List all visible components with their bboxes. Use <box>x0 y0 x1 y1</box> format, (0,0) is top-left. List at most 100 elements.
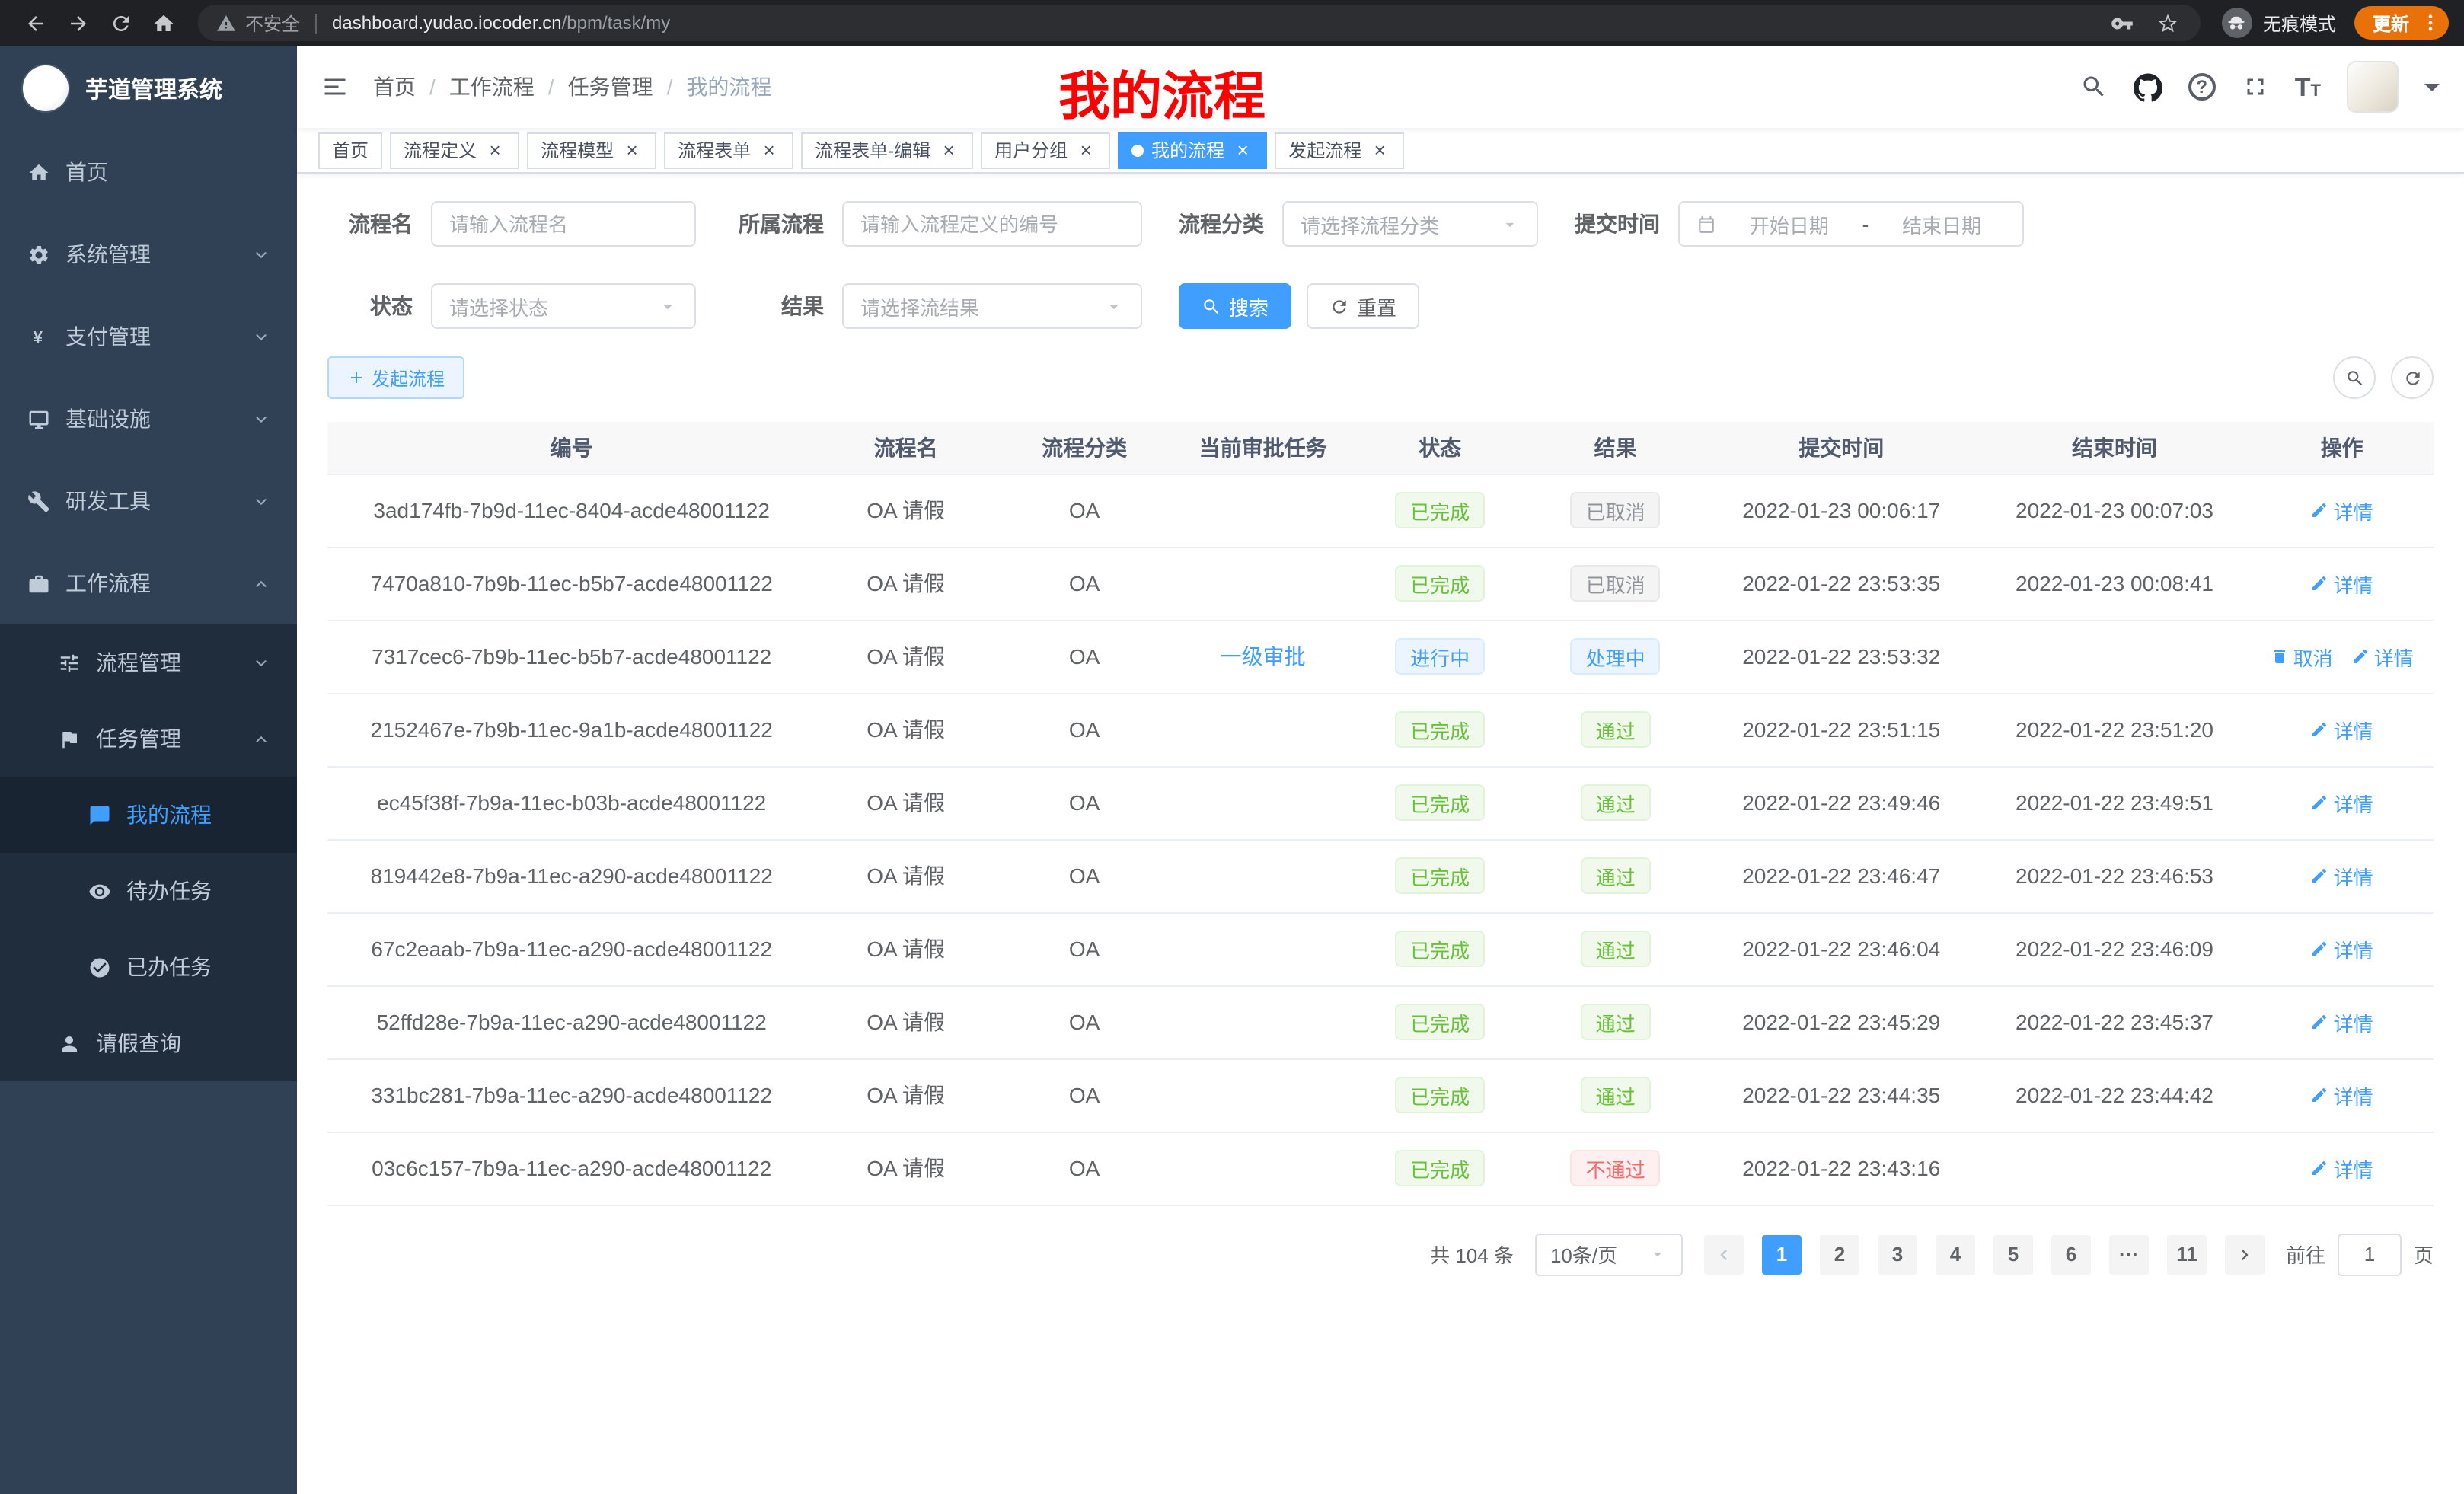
tab-close-icon[interactable]: × <box>1075 139 1096 161</box>
action-detail-link[interactable]: 详情 <box>2311 1154 2373 1183</box>
cell-id: 67c2eaab-7b9a-11ec-a290-acde48001122 <box>327 912 815 985</box>
home-button[interactable] <box>143 3 183 43</box>
tab-start-process[interactable]: 发起流程× <box>1275 132 1404 168</box>
edit-icon <box>2311 1086 2329 1104</box>
caret-down-icon <box>1648 1244 1668 1264</box>
help-button[interactable]: ? <box>2188 73 2216 101</box>
cell-name: OA 请假 <box>815 547 996 620</box>
pager-page-5[interactable]: 5 <box>1993 1234 2033 1274</box>
tab-close-icon[interactable]: × <box>1369 139 1390 161</box>
sidebar-item-my-process[interactable]: 我的流程 <box>0 777 297 853</box>
action-detail-link[interactable]: 详情 <box>2311 715 2373 744</box>
create-process-button[interactable]: 发起流程 <box>327 356 464 399</box>
cell-category: OA <box>996 547 1173 620</box>
status-select[interactable]: 请选择状态 <box>431 283 696 329</box>
sidebar-item-process-management[interactable]: 流程管理 <box>0 624 297 701</box>
action-detail-link[interactable]: 详情 <box>2311 496 2373 525</box>
tab-process-model[interactable]: 流程模型× <box>527 132 656 168</box>
back-button[interactable] <box>15 3 55 43</box>
tab-user-group[interactable]: 用户分组× <box>981 132 1110 168</box>
action-cancel-link[interactable]: 取消 <box>2271 642 2333 671</box>
breadcrumb-item[interactable]: 工作流程 <box>449 72 535 102</box>
category-select[interactable]: 请选择流程分类 <box>1282 201 1538 247</box>
page-size-select[interactable]: 10条/页 <box>1535 1233 1683 1275</box>
sidebar-item-todo-tasks[interactable]: 待办任务 <box>0 853 297 929</box>
sidebar-item-payment-management[interactable]: ¥支付管理 <box>0 295 297 378</box>
update-button[interactable]: 更新 <box>2354 6 2449 40</box>
submenu-task-management: 我的流程待办任务已办任务 <box>0 777 297 1005</box>
action-detail-link[interactable]: 详情 <box>2351 642 2414 671</box>
content-area: 流程名 所属流程 流程分类 请选择流程分类 <box>297 174 2464 1494</box>
caret-down-icon <box>1104 296 1124 316</box>
result-field: 结果 请选择流结果 <box>732 283 1142 329</box>
edit-icon <box>2311 574 2329 592</box>
omnibox[interactable]: 不安全 dashboard.yudao.iocoder.cn/bpm/task/… <box>198 5 2201 41</box>
prev-page-button[interactable] <box>1704 1234 1744 1274</box>
process-def-input[interactable] <box>842 201 1142 247</box>
search-button[interactable]: 搜索 <box>1179 283 1291 329</box>
cell-category: OA <box>996 1132 1173 1205</box>
sidebar-item-leave-query[interactable]: 请假查询 <box>0 1005 297 1081</box>
tab-close-icon[interactable]: × <box>938 139 959 161</box>
action-detail-link[interactable]: 详情 <box>2311 569 2373 598</box>
hamburger-button[interactable] <box>321 73 349 101</box>
pager-page-3[interactable]: 3 <box>1878 1234 1917 1274</box>
action-detail-link[interactable]: 详情 <box>2311 1007 2373 1036</box>
navbar-search-button[interactable] <box>2080 73 2108 101</box>
table-refresh-button[interactable] <box>2391 356 2434 399</box>
pager-page-1[interactable]: 1 <box>1762 1234 1802 1274</box>
goto-page-input[interactable] <box>2338 1233 2402 1275</box>
tab-process-form-edit[interactable]: 流程表单-编辑× <box>801 132 973 168</box>
avatar[interactable] <box>2347 61 2399 113</box>
submit-time-label: 提交时间 <box>1575 209 1660 239</box>
github-button[interactable] <box>2134 72 2162 101</box>
tab-close-icon[interactable]: × <box>484 139 506 161</box>
category-label: 流程分类 <box>1179 209 1264 239</box>
status-placeholder: 请选择状态 <box>449 292 548 321</box>
forward-button[interactable] <box>58 3 97 43</box>
table-search-button[interactable] <box>2333 356 2376 399</box>
action-detail-link[interactable]: 详情 <box>2311 934 2373 963</box>
current-task-link[interactable]: 一级审批 <box>1221 644 1306 669</box>
tab-process-form[interactable]: 流程表单× <box>664 132 793 168</box>
pager-page-4[interactable]: 4 <box>1936 1234 1975 1274</box>
breadcrumb-item[interactable]: 首页 <box>373 72 416 102</box>
sidebar-item-workflow[interactable]: 工作流程 <box>0 542 297 624</box>
tab-my-process[interactable]: 我的流程× <box>1118 132 1267 168</box>
sidebar-item-done-tasks[interactable]: 已办任务 <box>0 929 297 1005</box>
bookmark-star-button[interactable] <box>2149 3 2188 43</box>
pager-page-6[interactable]: 6 <box>2051 1234 2091 1274</box>
tab-close-icon[interactable]: × <box>758 139 780 161</box>
sidebar-item-label: 已办任务 <box>126 952 212 982</box>
pager-more-button[interactable]: ··· <box>2109 1234 2149 1274</box>
pager-page-11[interactable]: 11 <box>2167 1234 2207 1274</box>
fullscreen-button[interactable] <box>2242 73 2269 101</box>
password-key-button[interactable] <box>2103 3 2143 43</box>
browser-menu-dots-button[interactable] <box>2420 12 2441 34</box>
action-detail-link[interactable]: 详情 <box>2311 861 2373 890</box>
tab-process-definition[interactable]: 流程定义× <box>390 132 519 168</box>
font-size-button[interactable]: TT <box>2295 74 2321 100</box>
next-page-button[interactable] <box>2225 1234 2265 1274</box>
breadcrumb-item[interactable]: 任务管理 <box>568 72 653 102</box>
sidebar-item-home[interactable]: 首页 <box>0 131 297 213</box>
sidebar-item-task-management[interactable]: 任务管理 <box>0 701 297 777</box>
result-select[interactable]: 请选择流结果 <box>842 283 1142 329</box>
tab-close-icon[interactable]: × <box>621 139 643 161</box>
submit-time-range[interactable]: 开始日期 - 结束日期 <box>1678 201 2024 247</box>
tab-home[interactable]: 首页 <box>318 132 382 168</box>
process-name-input[interactable] <box>431 201 696 247</box>
sidebar-item-infrastructure[interactable]: 基础设施 <box>0 378 297 460</box>
tab-close-icon[interactable]: × <box>1232 139 1253 161</box>
action-detail-link[interactable]: 详情 <box>2311 788 2373 817</box>
reset-button[interactable]: 重置 <box>1307 283 1419 329</box>
sidebar-item-label: 任务管理 <box>96 723 181 754</box>
avatar-caret-icon[interactable] <box>2424 84 2440 99</box>
action-detail-link[interactable]: 详情 <box>2311 1081 2373 1109</box>
logo[interactable]: 芋道管理系统 <box>0 46 297 131</box>
sidebar-item-dev-tools[interactable]: 研发工具 <box>0 460 297 542</box>
pager-page-2[interactable]: 2 <box>1820 1234 1859 1274</box>
refresh-button[interactable] <box>101 3 140 43</box>
cell-name: OA 请假 <box>815 1058 996 1132</box>
sidebar-item-system-management[interactable]: 系统管理 <box>0 213 297 295</box>
